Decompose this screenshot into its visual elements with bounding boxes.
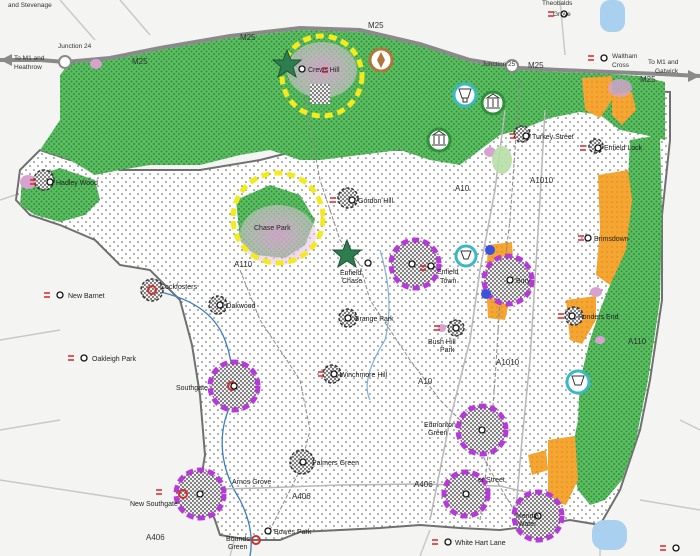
road-label-a1010: A1010 [530, 176, 554, 185]
label-oakwood: Oakwood [226, 303, 256, 310]
crews-hill-dense [310, 84, 330, 104]
road-label-m25: M25 [240, 33, 256, 42]
edge-label: Theobalds [542, 0, 573, 7]
junction-24-marker [58, 55, 72, 69]
edge-label: Waltham [612, 53, 637, 60]
label-palmers-green: Palmers Green [312, 460, 359, 467]
label-hadley-wood: Hadley Wood [56, 180, 98, 187]
label-crews-hill: Crews Hill [308, 67, 340, 74]
road-label-a406: A406 [146, 533, 165, 542]
road-label-m25: M25 [368, 21, 384, 30]
label-ponders-end: Ponders End [578, 314, 619, 321]
trophy-icon [452, 82, 478, 108]
label-brimsdown: Brimsdown [594, 236, 629, 243]
edge-label: Grove [553, 11, 571, 18]
map-canvas: M25 M25 M25 M25 M25 A10 A1010 A1010 A10 … [0, 0, 700, 556]
label-silver-street: er Street [478, 477, 505, 484]
road-label-a10: A10 [418, 377, 433, 386]
edge-label: Gatwick [655, 68, 679, 75]
label-enfield-chase: Chase [342, 278, 362, 285]
label-white-hart-lane: White Hart Lane [455, 540, 506, 547]
building-icon [426, 127, 452, 153]
label-arnos-grove: Arnos Grove [232, 479, 271, 486]
road-label-m25: M25 [132, 57, 148, 66]
label-bowes-park: Bowes Park [274, 529, 312, 536]
label-bush-hill-park: Park [440, 347, 455, 354]
road-label-a1010: A1010 [496, 358, 520, 367]
label-enfield-chase: Enfield [340, 270, 362, 277]
label-bounds-green: Green [228, 544, 248, 551]
trophy-icon [565, 369, 591, 395]
blue-point [485, 245, 495, 255]
label-enfield-lock: Enfield Lock [604, 145, 643, 152]
building-icon [480, 90, 506, 116]
label-edmonton-green: Edmonton [424, 422, 456, 429]
label-chase-park: Chase Park [254, 225, 291, 232]
road-label-a406: A406 [292, 492, 311, 501]
label-southgate: Southgate [176, 385, 208, 392]
edge-label: Heathrow [14, 64, 42, 71]
label-bury: Bury [516, 278, 531, 285]
label-new-barnet: New Barnet [68, 293, 105, 300]
enfield-spatial-map: M25 M25 M25 M25 M25 A10 A1010 A1010 A10 … [0, 0, 700, 556]
edge-label-junction-25: Junction 25 [482, 61, 516, 68]
label-cockfosters: Cockfosters [160, 284, 197, 291]
reservoir [600, 0, 625, 32]
road-label-m25: M25 [640, 75, 656, 84]
label-edmonton-green: Green [428, 430, 448, 437]
road-label-m25: M25 [528, 61, 544, 70]
label-bush-hill-park: Bush Hill [428, 339, 456, 346]
label-enfield-town: Enfield [437, 269, 459, 276]
label-gordon-hill: Gordon Hill [358, 198, 393, 205]
label-bounds-green: Bounds [226, 536, 250, 543]
label-meridian-water: Meridia [516, 513, 539, 520]
label-oakleigh-park: Oakleigh Park [92, 356, 136, 363]
trophy-icon [454, 244, 478, 268]
label-meridian-water: Water [518, 521, 537, 528]
label-enfield-town: Town [440, 278, 456, 285]
edge-label: To M1 and [648, 59, 679, 66]
road-label-a110: A110 [628, 337, 647, 346]
blue-point [481, 289, 491, 299]
label-new-southgate: New Southgate [130, 501, 178, 508]
edge-label: To M1 and [14, 55, 45, 62]
road-label-a110: A110 [234, 260, 253, 269]
label-winchmore-hill: Winchmore Hill [340, 372, 388, 379]
hop-icon [368, 47, 394, 73]
road-label-a10: A10 [455, 184, 470, 193]
label-turkey-street: Turkey Street [532, 134, 574, 141]
reservoir [592, 520, 627, 550]
edge-label: Cross [612, 62, 630, 69]
edge-label-junction-24: Junction 24 [58, 43, 92, 50]
label-grange-park: Grange Park [354, 316, 394, 323]
road-label-a406: A406 [414, 480, 433, 489]
edge-label: and Stevenage [8, 2, 52, 9]
